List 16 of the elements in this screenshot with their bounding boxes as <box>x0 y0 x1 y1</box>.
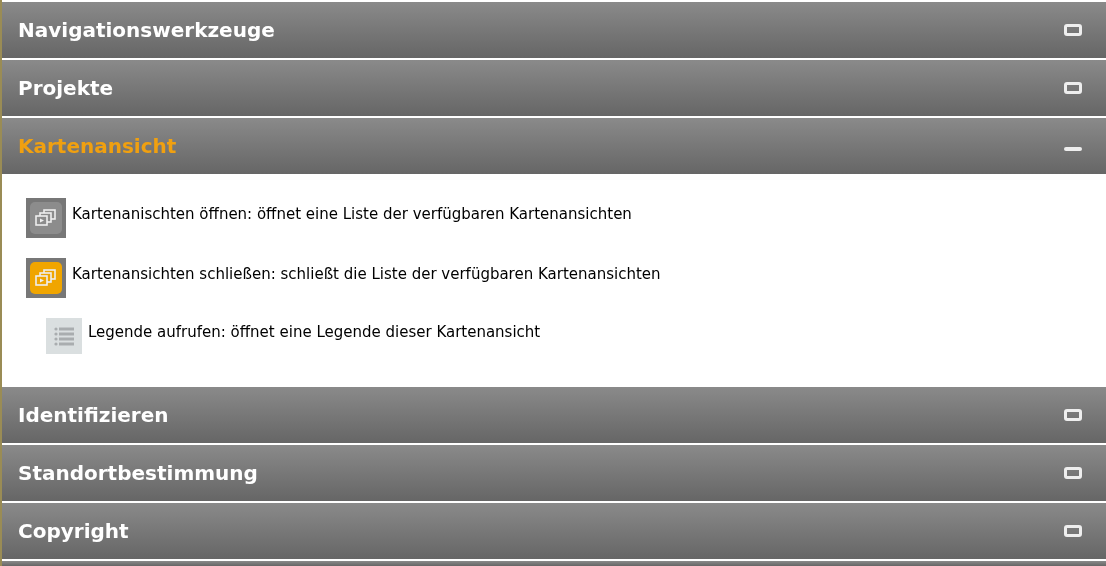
section-header[interactable]: Navigationswerkzeuge <box>2 2 1106 58</box>
section-header[interactable]: Identifizieren <box>2 387 1106 443</box>
description-text: Kartenanischten öffnen: öffnet eine Liste der verfügbaren Kartenansichten <box>72 203 632 225</box>
expand-icon[interactable] <box>1064 82 1082 94</box>
windows-icon[interactable] <box>26 258 66 298</box>
windows-icon[interactable] <box>26 198 66 238</box>
section-header[interactable]: Projekte <box>2 60 1106 116</box>
section-header[interactable]: Standortbestimmung <box>2 445 1106 501</box>
expand-icon[interactable] <box>1064 24 1082 36</box>
expand-icon[interactable] <box>1064 409 1082 421</box>
collapse-icon[interactable] <box>1064 147 1082 151</box>
description-text: Kartenansichten schließen: schließt die Liste der verfügbaren Kartenansichten <box>72 263 661 285</box>
description-text: Legende aufrufen: öffnet eine Legende dieser Kartenansicht <box>88 321 541 343</box>
expand-icon[interactable] <box>1064 467 1082 479</box>
expand-icon[interactable] <box>1064 525 1082 537</box>
section-header[interactable]: Copyright <box>2 503 1106 559</box>
